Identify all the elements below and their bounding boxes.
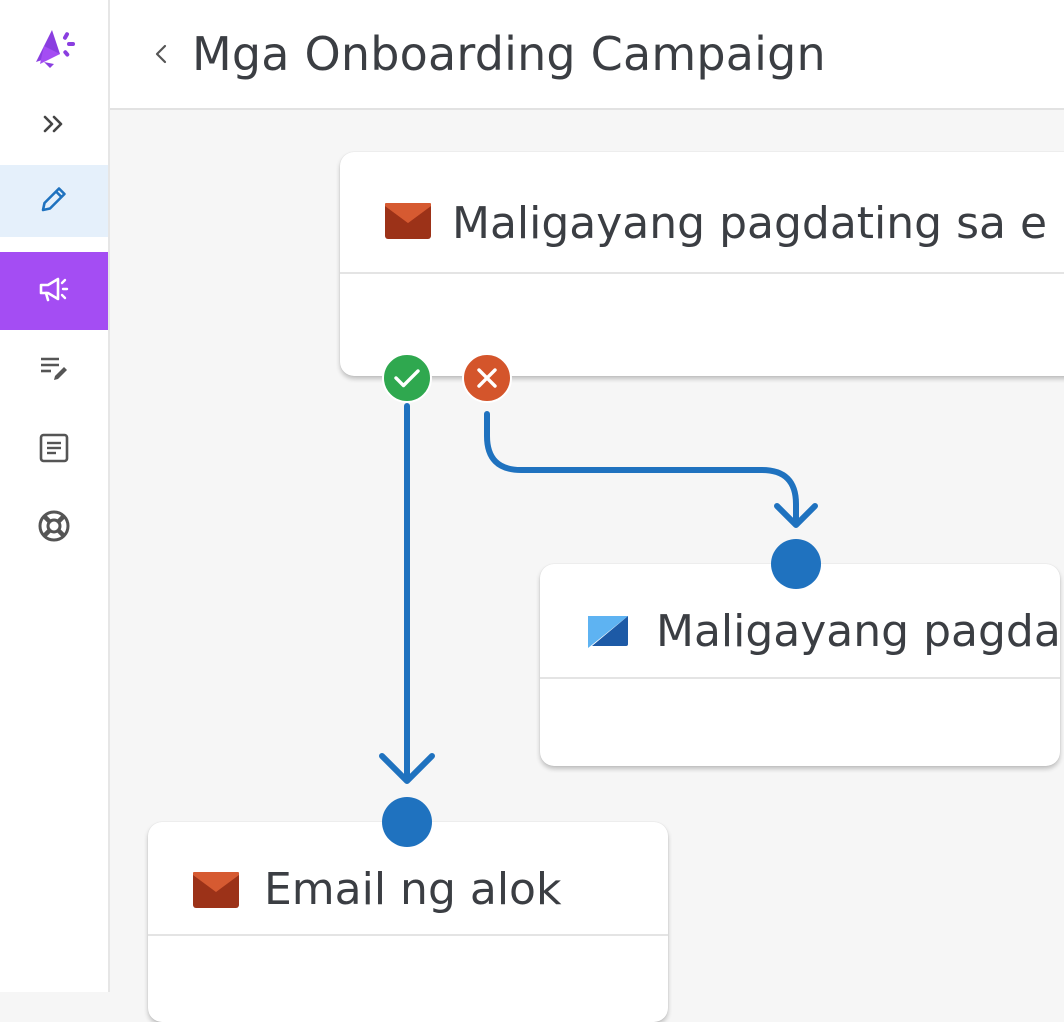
flow-node-offer-email[interactable]: Email ng alok (148, 822, 668, 1022)
in-app-message-icon (584, 612, 632, 652)
node-title: Maligayang pagda (656, 606, 1060, 657)
check-icon (382, 353, 432, 403)
flow-node-welcome-message[interactable]: Maligayang pagda (540, 564, 1060, 766)
branch-failure-handle[interactable] (461, 352, 513, 404)
edge-failure (484, 411, 799, 527)
flow-node-welcome-email[interactable]: Maligayang pagdating sa e (340, 152, 1064, 376)
email-icon (384, 201, 432, 241)
node-input-connector[interactable] (770, 538, 822, 590)
node-input-connector[interactable] (381, 796, 433, 848)
x-icon (462, 353, 512, 403)
branch-success-handle[interactable] (381, 352, 433, 404)
node-title: Maligayang pagdating sa e (452, 198, 1048, 249)
node-title: Email ng alok (264, 864, 562, 915)
node-header: Maligayang pagdating sa e (340, 152, 1064, 274)
email-icon (192, 870, 240, 910)
